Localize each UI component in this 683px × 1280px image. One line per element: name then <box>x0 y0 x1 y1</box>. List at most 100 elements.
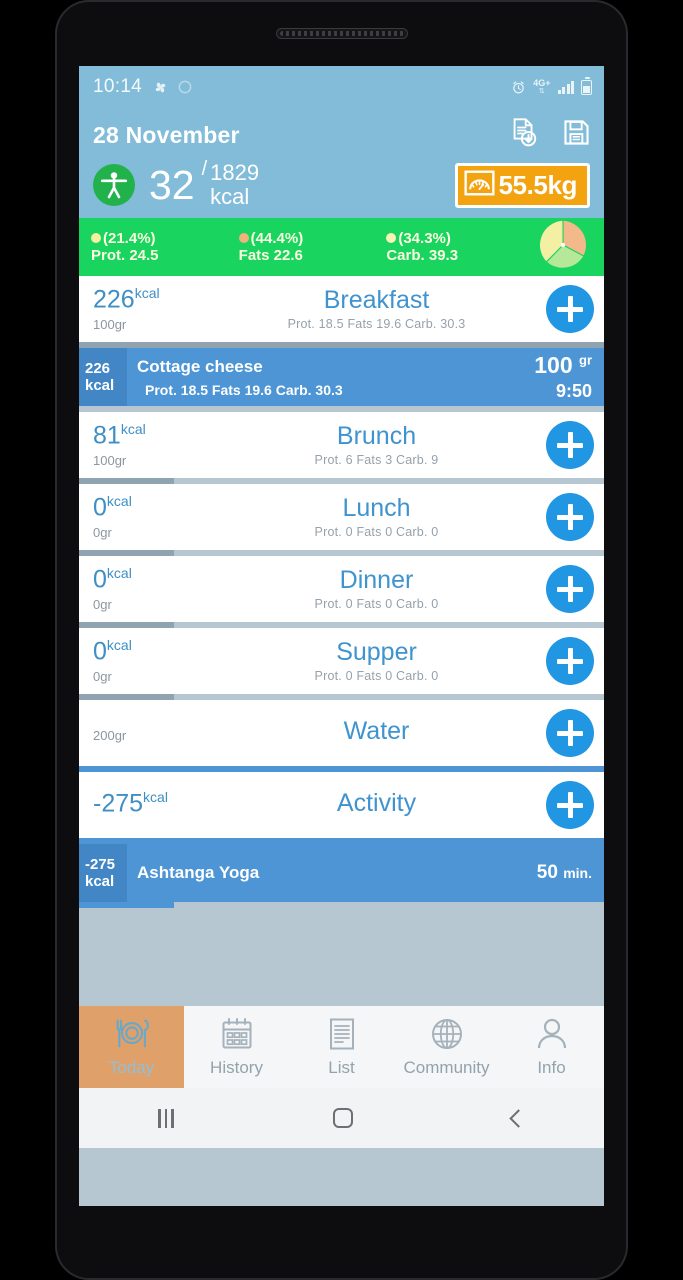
tab-history[interactable]: History <box>184 1006 289 1088</box>
fats-dot-icon <box>238 233 249 244</box>
meal-macros-dinner: Prot. 0 Fats 0 Carb. 0 <box>314 596 439 611</box>
entry-body-ashtanga-yoga: Ashtanga Yoga <box>127 844 508 902</box>
entry-right-ashtanga-yoga: 50 min. <box>508 844 604 902</box>
entry-duration-ashtanga-yoga: 50 min. <box>536 862 592 883</box>
tab-list[interactable]: List <box>289 1006 394 1088</box>
tab-info[interactable]: Info <box>499 1006 604 1088</box>
calendar-icon <box>220 1017 254 1056</box>
meal-row-water[interactable]: 200gr Water <box>79 700 604 766</box>
macro-fats: (44.4%) Fats 22.6 <box>238 229 387 265</box>
plus-icon <box>557 576 583 602</box>
meal-macros-brunch: Prot. 6 Fats 3 Carb. 9 <box>314 452 439 467</box>
alarm-icon <box>511 80 526 95</box>
tab-label-community: Community <box>403 1057 490 1077</box>
protein-dot-icon <box>91 233 101 244</box>
calories-consumed: 32 <box>149 161 195 208</box>
meal-center-supper: Supper Prot. 0 Fats 0 Carb. 0 <box>207 638 546 683</box>
calories-separator: / <box>201 158 208 180</box>
carbs-dot-icon <box>386 233 397 244</box>
tab-community[interactable]: Community <box>394 1006 499 1088</box>
meal-title-lunch: Lunch <box>342 494 411 523</box>
meal-row-supper[interactable]: 0kcal 0gr Supper Prot. 0 Fats 0 Carb. 0 <box>79 628 604 694</box>
import-icon[interactable] <box>510 118 537 152</box>
meal-row-breakfast[interactable]: 226kcal 100gr Breakfast Prot. 18.5 Fats … <box>79 276 604 342</box>
earpiece-speaker <box>275 28 408 39</box>
entry-name-ashtanga-yoga: Ashtanga Yoga <box>137 863 260 882</box>
plus-icon <box>557 648 583 674</box>
meal-list: 226kcal 100gr Breakfast Prot. 18.5 Fats … <box>79 276 604 1006</box>
circle-icon <box>177 79 193 95</box>
separator-activity <box>79 838 604 844</box>
meal-title-dinner: Dinner <box>339 566 414 595</box>
fats-label: Fats 22.6 <box>238 247 303 264</box>
meal-title-water: Water <box>343 717 410 746</box>
meal-center-brunch: Brunch Prot. 6 Fats 3 Carb. 9 <box>207 422 546 467</box>
protein-label: Prot. 24.5 <box>91 247 159 264</box>
empty-area <box>79 908 604 1006</box>
macro-carbs: (34.3%) Carb. 39.3 <box>386 230 536 265</box>
protein-percent: (21.4%) <box>103 229 156 247</box>
save-icon[interactable] <box>563 119 590 151</box>
tab-label-history: History <box>210 1057 263 1077</box>
recents-icon[interactable] <box>158 1108 174 1128</box>
entry-time-cottage-cheese: 9:50 <box>555 381 592 401</box>
bottom-tab-bar: Today History List Community Info <box>79 1006 604 1088</box>
macro-protein: (21.4%) Prot. 24.5 <box>91 230 239 265</box>
meal-title-supper: Supper <box>336 638 417 667</box>
calories-goal: 1829 <box>210 160 260 186</box>
add-button-breakfast[interactable] <box>546 285 594 333</box>
person-avatar-icon <box>93 164 135 206</box>
network-4gplus-icon: 4G+ ⇅ <box>533 78 551 96</box>
add-button-lunch[interactable] <box>546 493 594 541</box>
meal-macros-supper: Prot. 0 Fats 0 Carb. 0 <box>314 668 439 683</box>
scale-icon <box>464 170 495 201</box>
meal-center-activity: Activity <box>207 790 546 819</box>
add-button-supper[interactable] <box>546 637 594 685</box>
add-button-brunch[interactable] <box>546 421 594 469</box>
globe-icon <box>430 1017 464 1056</box>
signal-bars-icon <box>557 80 574 94</box>
carbs-label: Carb. 39.3 <box>386 247 459 264</box>
meal-row-activity[interactable]: -275kcal Activity <box>79 772 604 838</box>
entry-kcal-ashtanga-yoga: -275 kcal <box>79 844 127 902</box>
plus-icon <box>557 720 583 746</box>
entry-macros-cottage-cheese: Prot. 18.5 Fats 19.6 Carb. 30.3 <box>145 381 343 398</box>
entry-kcal-cottage-cheese: 226 kcal <box>79 348 127 406</box>
plus-icon <box>557 432 583 458</box>
battery-icon <box>581 77 592 95</box>
weight-badge[interactable]: 55.5kg <box>455 162 590 208</box>
entry-body-cottage-cheese: Cottage cheese Prot. 18.5 Fats 19.6 Carb… <box>127 348 508 406</box>
app-header: 28 November 32 / 1829 kcal 55.5kg <box>79 108 604 218</box>
calories-goal-block: 1829 kcal <box>210 161 259 208</box>
tab-label-info: Info <box>537 1057 566 1077</box>
add-button-dinner[interactable] <box>546 565 594 613</box>
macros-summary-bar[interactable]: (21.4%) Prot. 24.5 (44.4%) Fats 22.6 (34… <box>79 218 604 276</box>
plus-icon <box>557 792 583 818</box>
food-entry-cottage-cheese[interactable]: 226 kcal Cottage cheese Prot. 18.5 Fats 1… <box>79 348 604 406</box>
tab-label-list: List <box>328 1057 355 1077</box>
meal-row-dinner[interactable]: 0kcal 0gr Dinner Prot. 0 Fats 0 Carb. 0 <box>79 556 604 622</box>
tab-today[interactable]: Today <box>79 1006 184 1088</box>
meal-title-breakfast: Breakfast <box>323 286 430 315</box>
calories-unit: kcal <box>210 184 250 209</box>
back-icon[interactable] <box>508 1108 528 1128</box>
add-button-activity[interactable] <box>546 781 594 829</box>
entry-name-cottage-cheese: Cottage cheese <box>137 356 263 376</box>
fats-percent: (44.4%) <box>250 229 304 247</box>
meal-title-brunch: Brunch <box>336 422 417 451</box>
carbs-percent: (34.3%) <box>398 229 451 247</box>
home-icon[interactable] <box>332 1108 353 1128</box>
add-button-water[interactable] <box>546 709 594 757</box>
meal-center-lunch: Lunch Prot. 0 Fats 0 Carb. 0 <box>207 494 546 539</box>
page-title: 28 November <box>93 121 240 148</box>
meal-row-brunch[interactable]: 81kcal 100gr Brunch Prot. 6 Fats 3 Carb.… <box>79 412 604 478</box>
status-time: 10:14 <box>93 76 143 97</box>
status-bar: 10:14 4G+ ⇅ <box>79 66 604 108</box>
plus-icon <box>557 504 583 530</box>
list-document-icon <box>326 1017 358 1056</box>
meal-row-lunch[interactable]: 0kcal 0gr Lunch Prot. 0 Fats 0 Carb. 0 <box>79 484 604 550</box>
activity-entry-ashtanga-yoga[interactable]: -275 kcal Ashtanga Yoga 50 min. <box>79 844 604 902</box>
plus-icon <box>557 296 583 322</box>
meal-center-breakfast: Breakfast Prot. 18.5 Fats 19.6 Carb. 30.… <box>207 286 546 331</box>
person-icon <box>536 1017 568 1056</box>
